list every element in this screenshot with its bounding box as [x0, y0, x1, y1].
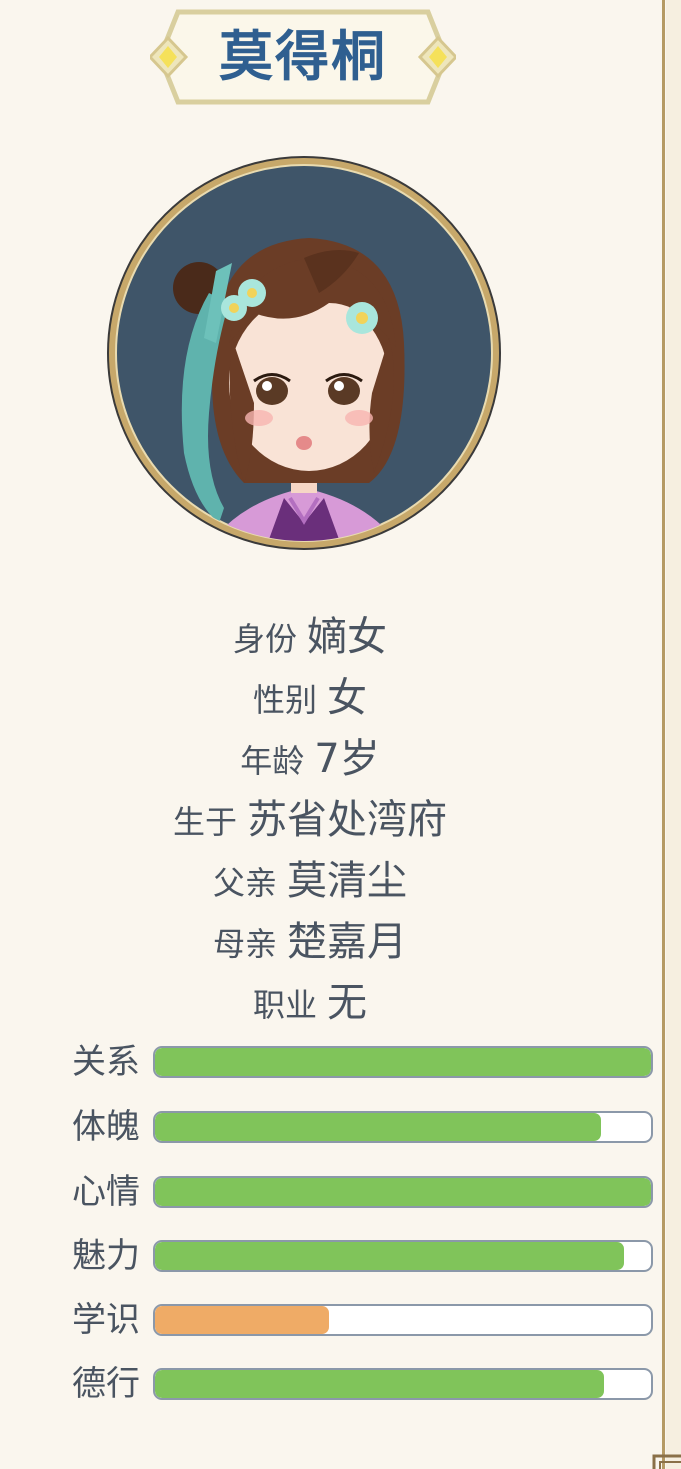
- info-birthplace: 生于 苏省处湾府: [0, 793, 620, 847]
- corner-ornament: [652, 1454, 681, 1469]
- stat-physique: 体魄: [72, 1106, 654, 1148]
- info-occupation-label: 职业: [252, 986, 317, 1024]
- character-portrait[interactable]: [104, 153, 504, 553]
- stat-mood-bar: [153, 1176, 653, 1208]
- stat-knowledge: 学识: [72, 1299, 654, 1341]
- info-mother-value: 楚嘉月: [287, 919, 407, 965]
- stat-mood: 心情: [72, 1171, 654, 1213]
- stat-relationship-fill: [155, 1048, 651, 1076]
- stat-physique-label: 体魄: [72, 1107, 140, 1147]
- stat-charm-bar: [153, 1240, 653, 1272]
- stat-relationship-label: 关系: [72, 1042, 140, 1082]
- info-age: 年龄 7岁: [0, 732, 620, 786]
- stat-virtue-fill: [155, 1370, 604, 1398]
- info-gender-value: 女: [327, 675, 367, 721]
- info-identity: 身份 嫡女: [0, 610, 620, 664]
- info-father-value: 莫清尘: [287, 858, 407, 904]
- character-name: 莫得桐: [219, 25, 387, 88]
- right-border-line: [662, 0, 665, 1469]
- info-father: 父亲 莫清尘: [0, 854, 620, 908]
- hair-flower-center: [238, 279, 266, 307]
- info-mother-label: 母亲: [212, 925, 277, 963]
- stat-relationship: 关系: [72, 1041, 654, 1083]
- stat-mood-fill: [155, 1178, 651, 1206]
- info-identity-value: 嫡女: [307, 614, 387, 660]
- stat-virtue-label: 德行: [72, 1364, 140, 1404]
- info-gender-label: 性别: [252, 681, 317, 719]
- stat-knowledge-label: 学识: [72, 1300, 140, 1340]
- stat-knowledge-bar: [153, 1304, 653, 1336]
- stat-charm-label: 魅力: [72, 1236, 140, 1276]
- info-birthplace-label: 生于: [172, 803, 237, 841]
- info-occupation-value: 无: [327, 980, 367, 1026]
- stat-charm-fill: [155, 1242, 624, 1270]
- stat-knowledge-fill: [155, 1306, 329, 1334]
- info-gender: 性别女: [0, 671, 620, 725]
- stat-virtue-bar: [153, 1368, 653, 1400]
- stat-mood-label: 心情: [72, 1172, 140, 1212]
- stat-charm: 魅力: [72, 1235, 654, 1277]
- info-identity-label: 身份: [232, 620, 297, 658]
- info-birthplace-value: 苏省处湾府: [247, 797, 447, 843]
- info-age-label: 年龄: [240, 742, 305, 780]
- hair-flower-right: [346, 302, 378, 334]
- stat-physique-fill: [155, 1113, 602, 1141]
- stat-physique-bar: [153, 1111, 653, 1143]
- info-age-value: 7岁: [314, 736, 380, 782]
- right-panel-edge: [666, 0, 681, 1469]
- stat-virtue: 德行: [72, 1363, 654, 1405]
- info-father-label: 父亲: [212, 864, 277, 902]
- info-occupation: 职业无: [0, 976, 620, 1030]
- info-mother: 母亲 楚嘉月: [0, 915, 620, 969]
- stat-relationship-bar: [153, 1046, 653, 1078]
